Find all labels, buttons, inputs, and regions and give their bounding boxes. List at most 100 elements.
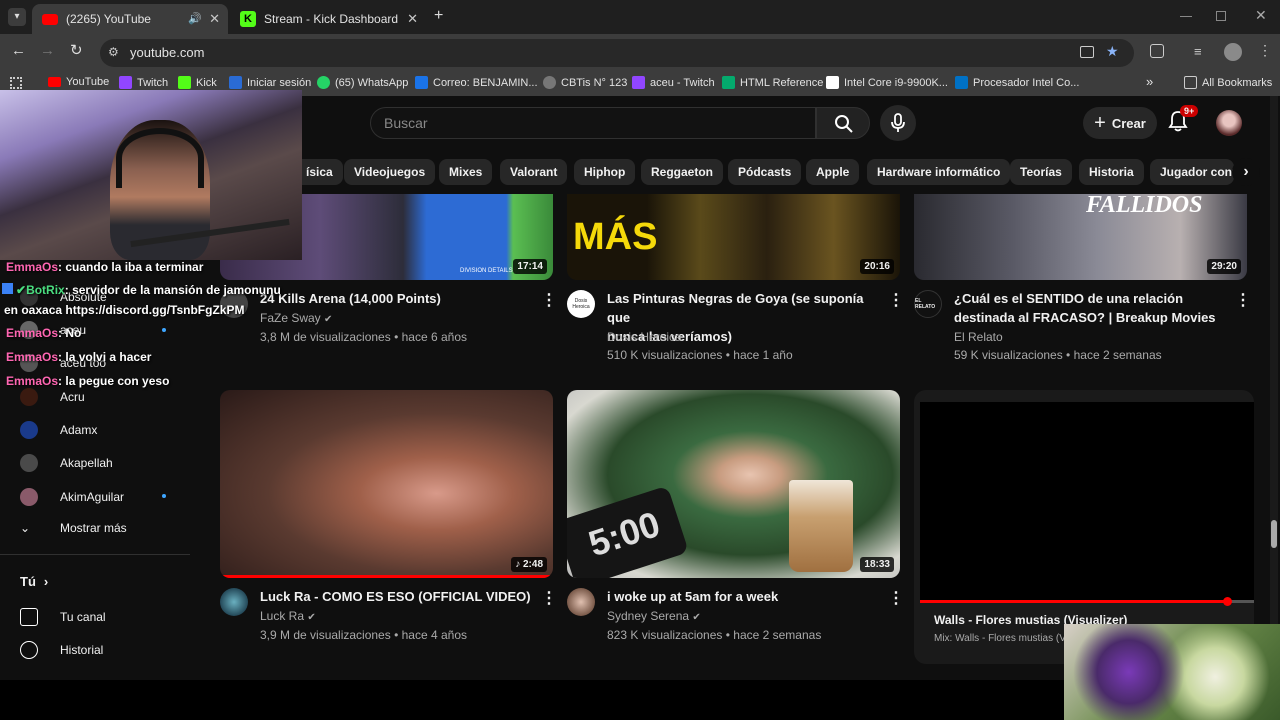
channel-avatar[interactable]: EL RELATO	[914, 290, 942, 318]
chip-mixes[interactable]: Mixes	[439, 159, 493, 185]
sidebar-subscription[interactable]: Adamx	[20, 421, 97, 439]
bookmark-intel-processor[interactable]: Procesador Intel Co...	[955, 76, 1079, 89]
channel-name[interactable]: Luck Ra ✔	[260, 607, 316, 627]
bookmark-aceu-twitch[interactable]: aceu - Twitch	[632, 76, 715, 89]
video-title[interactable]: Luck Ra - COMO ES ESO (OFFICIAL VIDEO)	[260, 587, 531, 606]
bookmark-star-icon[interactable]: ★	[1106, 43, 1119, 60]
address-bar[interactable]: ⚙ youtube.com ★	[100, 39, 1134, 67]
video-thumbnail[interactable]: FALLIDOS 29:20	[914, 194, 1247, 280]
channel-name[interactable]: Sydney Serena ✔	[607, 607, 701, 627]
media-queue-icon[interactable]: ≡	[1194, 44, 1202, 59]
more-options-icon[interactable]: ⋮	[541, 290, 557, 310]
youtube-favicon-icon	[42, 13, 58, 25]
reload-icon[interactable]: ↻	[70, 41, 83, 59]
chip-hiphop[interactable]: Hiphop	[574, 159, 636, 185]
chat-text: en oaxaca https://discord.gg/TsnbFgZkPM	[4, 303, 245, 317]
maximize-window-icon[interactable]	[1216, 11, 1226, 21]
tab-close-icon[interactable]: ✕	[209, 11, 220, 27]
channel-avatar[interactable]: Dosis Heroica	[567, 290, 595, 318]
chip-videojuegos[interactable]: Videojuegos	[344, 159, 436, 185]
you-section-header[interactable]: Tú ›	[20, 574, 48, 589]
bookmark-cbtis[interactable]: CBTis N° 123	[543, 76, 627, 89]
video-title[interactable]: ¿Cuál es el SENTIDO de una relación desti…	[954, 289, 1234, 327]
video-thumbnail[interactable]: 5:00 18:33	[567, 390, 900, 578]
bookmark-login[interactable]: Iniciar sesión	[229, 76, 311, 89]
sidebar-item-your-channel[interactable]: Tu canal	[20, 608, 106, 626]
chips-next-arrow-icon[interactable]: ›	[1232, 158, 1260, 186]
chip-hardware[interactable]: Hardware informático	[867, 159, 1011, 185]
profile-avatar[interactable]	[1224, 43, 1242, 61]
audio-speaker-icon[interactable]: 🔊	[188, 12, 202, 25]
create-button[interactable]: + Crear	[1083, 107, 1157, 139]
notification-badge: 9+	[1180, 105, 1199, 117]
tab-search-dropdown[interactable]: ▾	[8, 8, 26, 26]
more-options-icon[interactable]: ⋮	[1235, 290, 1251, 310]
folder-icon	[1184, 76, 1197, 89]
mix-preview-player[interactable]	[920, 402, 1254, 602]
bookmark-html-reference[interactable]: HTML Reference	[722, 76, 823, 89]
account-avatar[interactable]	[1216, 110, 1242, 136]
chip-valorant[interactable]: Valorant	[500, 159, 568, 185]
bookmark-whatsapp[interactable]: (65) WhatsApp	[317, 76, 408, 89]
sidebar-item-history[interactable]: Historial	[20, 641, 103, 659]
chip-podcasts[interactable]: Pódcasts	[728, 159, 802, 185]
new-tab-button[interactable]: +	[434, 7, 443, 25]
channel-name[interactable]: FaZe Sway ✔	[260, 309, 332, 329]
video-thumbnail[interactable]: ♪ 2:48	[220, 390, 553, 578]
tab-close-icon[interactable]: ✕	[407, 11, 418, 27]
youtube-icon	[48, 77, 61, 87]
search-input[interactable]: Buscar	[370, 107, 816, 139]
search-button[interactable]	[816, 107, 870, 139]
channel-avatar[interactable]	[220, 588, 248, 616]
amazon-icon	[826, 76, 839, 89]
chip-musica[interactable]: ísica	[296, 159, 343, 185]
more-options-icon[interactable]: ⋮	[888, 588, 904, 608]
forward-arrow-icon[interactable]: →	[40, 42, 55, 59]
tab-kick-dashboard[interactable]: K Stream - Kick Dashboard ✕	[230, 4, 426, 34]
all-bookmarks[interactable]: All Bookmarks	[1184, 76, 1272, 89]
sidebar-subscription[interactable]: Akapellah	[20, 454, 113, 472]
close-window-icon[interactable]: ✕	[1255, 7, 1267, 24]
create-label: Crear	[1111, 115, 1146, 131]
chat-message: EmmaOs: cuando la iba a terminar	[6, 260, 203, 274]
show-more-button[interactable]: ⌄ Mostrar más	[20, 521, 127, 535]
scrollbar-thumb[interactable]	[1271, 520, 1277, 548]
thumbnail-text: 5:00	[583, 503, 665, 565]
chip-reggaeton[interactable]: Reggaeton	[641, 159, 724, 185]
tab-youtube[interactable]: (2265) YouTube 🔊 ✕	[32, 4, 228, 34]
mix-thumbnail[interactable]: Walls - Flores mustias (Visualizer) Mix:…	[914, 390, 1254, 664]
channel-avatar[interactable]	[567, 588, 595, 616]
more-options-icon[interactable]: ⋮	[888, 290, 904, 310]
verified-icon: ✔	[307, 612, 316, 623]
cast-icon[interactable]	[1080, 46, 1094, 58]
channel-name[interactable]: Dosis Heroica	[607, 328, 682, 346]
page-scrollbar[interactable]	[1270, 96, 1278, 680]
bookmark-amazon-intel[interactable]: Intel Core i9-9900K...	[826, 76, 948, 89]
sidebar-subscription[interactable]: Acru	[20, 388, 85, 406]
video-title[interactable]: i woke up at 5am for a week	[607, 587, 778, 606]
chip-historia[interactable]: Historia	[1079, 159, 1144, 185]
more-options-icon[interactable]: ⋮	[541, 588, 557, 608]
channel-name[interactable]: El Relato	[954, 328, 1003, 346]
video-thumbnail[interactable]: MÁS 20:16	[567, 194, 900, 280]
back-arrow-icon[interactable]: ←	[11, 42, 26, 59]
minimize-window-icon[interactable]	[1180, 16, 1192, 17]
chip-apple[interactable]: Apple	[806, 159, 860, 185]
voice-search-button[interactable]	[880, 105, 916, 141]
sidebar-subscription[interactable]: AkimAguilar	[20, 488, 124, 506]
extensions-icon[interactable]	[1150, 44, 1164, 58]
site-info-icon[interactable]: ⚙	[108, 45, 119, 59]
notifications-button[interactable]: 9+	[1168, 105, 1199, 134]
browser-menu-icon[interactable]: ⋮	[1258, 42, 1272, 59]
bookmark-kick[interactable]: Kick	[178, 76, 217, 89]
more-bookmarks-button[interactable]: »	[1146, 74, 1153, 89]
bookmark-youtube[interactable]: YouTube	[48, 76, 109, 88]
bookmark-twitch[interactable]: Twitch	[119, 76, 168, 89]
apps-grid-icon[interactable]	[10, 77, 22, 89]
chip-teorias[interactable]: Teorías	[1010, 159, 1072, 185]
bookmark-mail[interactable]: Correo: BENJAMIN...	[415, 76, 538, 89]
chip-jugador[interactable]: Jugador cont	[1150, 159, 1234, 185]
video-title[interactable]: 24 Kills Arena (14,000 Points)	[260, 289, 441, 308]
preview-scrubber-handle[interactable]	[1223, 597, 1232, 606]
preview-progress-track[interactable]	[920, 597, 1254, 606]
